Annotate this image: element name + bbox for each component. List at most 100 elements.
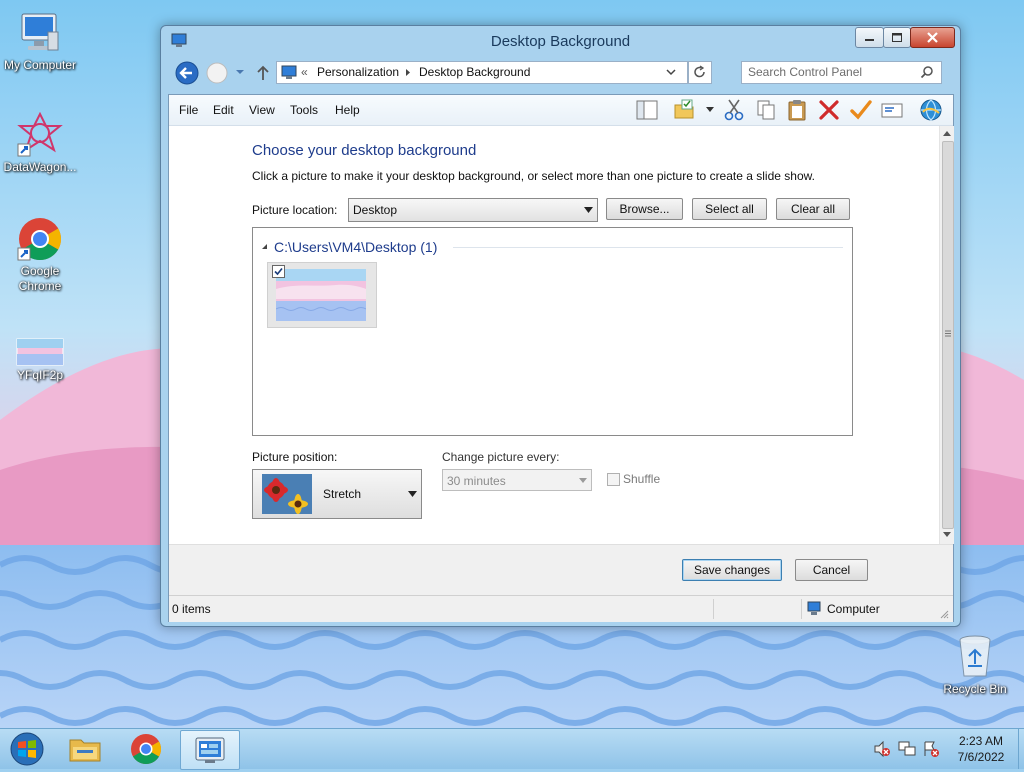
refresh-button[interactable] (688, 61, 712, 84)
chevron-down-icon (584, 207, 593, 213)
picture-position-select[interactable]: Stretch (252, 469, 422, 519)
volume-muted-icon[interactable] (873, 741, 891, 757)
grip-icon (945, 330, 951, 337)
flower-preview-icon (262, 474, 312, 514)
menu-help[interactable]: Help (335, 103, 360, 117)
picture-location-value: Desktop (353, 203, 398, 217)
change-picture-interval-select[interactable]: 30 minutes (442, 469, 592, 491)
title-bar[interactable]: Desktop Background (161, 26, 960, 56)
status-divider (713, 599, 714, 619)
breadcrumb-desktop-background[interactable]: Desktop Background (419, 65, 530, 79)
folder-options-icon[interactable] (673, 98, 697, 122)
group-title[interactable]: C:\Users\VM4\Desktop (1) (274, 239, 437, 255)
page-subtitle: Click a picture to make it your desktop … (252, 169, 815, 183)
windows-start-icon (10, 732, 44, 766)
chevron-down-icon (579, 478, 587, 483)
cancel-button[interactable]: Cancel (795, 559, 868, 581)
scroll-up-icon[interactable] (943, 130, 951, 136)
menu-tools[interactable]: Tools (290, 103, 318, 117)
address-bar[interactable]: « Personalization Desktop Background (276, 61, 688, 84)
change-picture-label: Change picture every: (442, 450, 560, 464)
dialog-footer: Save changes Cancel (169, 544, 953, 595)
collapse-group-icon[interactable] (261, 243, 268, 250)
desktop-icon-my-computer[interactable]: My Computer (0, 10, 80, 73)
search-icon[interactable] (920, 65, 934, 79)
address-dropdown-icon[interactable] (665, 67, 677, 77)
layout-pane-icon[interactable] (635, 98, 659, 122)
taskbar-control-panel[interactable] (180, 730, 240, 770)
minimize-button[interactable] (855, 27, 884, 48)
clear-all-button[interactable]: Clear all (776, 198, 850, 220)
picture-position-label: Picture position: (252, 450, 338, 464)
select-all-button[interactable]: Select all (692, 198, 767, 220)
clock-date: 7/6/2022 (957, 750, 1005, 764)
taskbar-chrome[interactable] (118, 730, 174, 768)
main-content: Choose your desktop background Click a p… (169, 126, 937, 544)
menu-edit[interactable]: Edit (213, 103, 234, 117)
shuffle-checkbox[interactable] (607, 473, 620, 486)
cut-icon[interactable] (722, 98, 746, 122)
control-panel-icon (195, 737, 225, 763)
start-button[interactable] (4, 730, 50, 768)
minimize-icon (865, 39, 874, 41)
back-button[interactable] (175, 61, 199, 85)
menu-file[interactable]: File (179, 103, 198, 117)
resize-grip-icon[interactable] (939, 609, 949, 619)
show-desktop-button[interactable] (1018, 729, 1024, 769)
control-panel-icon (281, 65, 297, 79)
explorer-icon (69, 739, 101, 762)
save-changes-button[interactable]: Save changes (682, 559, 782, 581)
scrollbar-thumb[interactable] (942, 141, 954, 529)
action-center-icon[interactable] (922, 740, 940, 758)
breadcrumb-separator-icon (406, 69, 410, 76)
vertical-scrollbar[interactable] (939, 126, 954, 544)
desktop-icon-datawagon[interactable]: DataWagon... (0, 112, 80, 175)
menu-bar: File Edit View Tools Help (169, 95, 953, 126)
delete-icon[interactable] (817, 98, 841, 122)
computer-icon (21, 13, 59, 51)
menu-view[interactable]: View (249, 103, 275, 117)
browse-button[interactable]: Browse... (606, 198, 683, 220)
checkmark-icon (274, 267, 283, 276)
maximize-button[interactable] (883, 27, 911, 48)
thumbnail-checkbox[interactable] (272, 265, 285, 278)
forward-button[interactable] (206, 62, 228, 84)
recent-pages-icon[interactable] (234, 67, 246, 77)
copy-icon[interactable] (754, 98, 778, 122)
desktop-icon-recycle-bin[interactable]: Recycle Bin (935, 632, 1015, 697)
network-icon[interactable] (898, 740, 916, 758)
folder-options-dropdown-icon[interactable] (705, 106, 715, 114)
datawagon-shortcut-icon (17, 112, 63, 157)
picture-list: C:\Users\VM4\Desktop (1) (252, 227, 853, 436)
chrome-icon (131, 734, 162, 765)
internet-globe-icon[interactable] (919, 98, 943, 122)
breadcrumb-personalization[interactable]: Personalization (317, 65, 399, 79)
refresh-icon (694, 65, 705, 78)
up-arrow-icon[interactable] (256, 64, 270, 82)
clock[interactable]: 2:23 AM 7/6/2022 (948, 733, 1014, 765)
change-picture-interval-value: 30 minutes (447, 474, 506, 488)
paste-icon[interactable] (785, 98, 809, 122)
navigation-bar: « Personalization Desktop Background Sea… (168, 58, 953, 88)
taskbar-explorer[interactable] (57, 730, 113, 768)
window-client-area: File Edit View Tools Help Choose your de… (168, 94, 954, 622)
desktop-icon-label: Google Chrome (18, 264, 62, 293)
desktop-icon-google-chrome[interactable]: Google Chrome (0, 216, 80, 294)
search-box[interactable]: Search Control Panel (741, 61, 942, 84)
status-bar: 0 items Computer (169, 595, 953, 622)
close-button[interactable] (910, 27, 955, 48)
recycle-bin-icon (959, 635, 991, 677)
email-icon[interactable] (880, 98, 904, 122)
taskbar: 2:23 AM 7/6/2022 (0, 728, 1024, 770)
scroll-down-icon[interactable] (943, 532, 951, 538)
desktop-icon-image-file[interactable]: YFqIF2p (0, 338, 80, 383)
properties-check-icon[interactable] (849, 98, 873, 122)
picture-location-select[interactable]: Desktop (348, 198, 598, 222)
computer-icon (807, 601, 821, 615)
shuffle-label: Shuffle (623, 472, 661, 486)
picture-thumbnail[interactable] (267, 262, 377, 328)
group-divider (453, 247, 843, 248)
close-icon (927, 32, 938, 43)
desktop-icon-label: DataWagon... (3, 160, 77, 174)
address-overflow[interactable]: « (301, 65, 308, 79)
